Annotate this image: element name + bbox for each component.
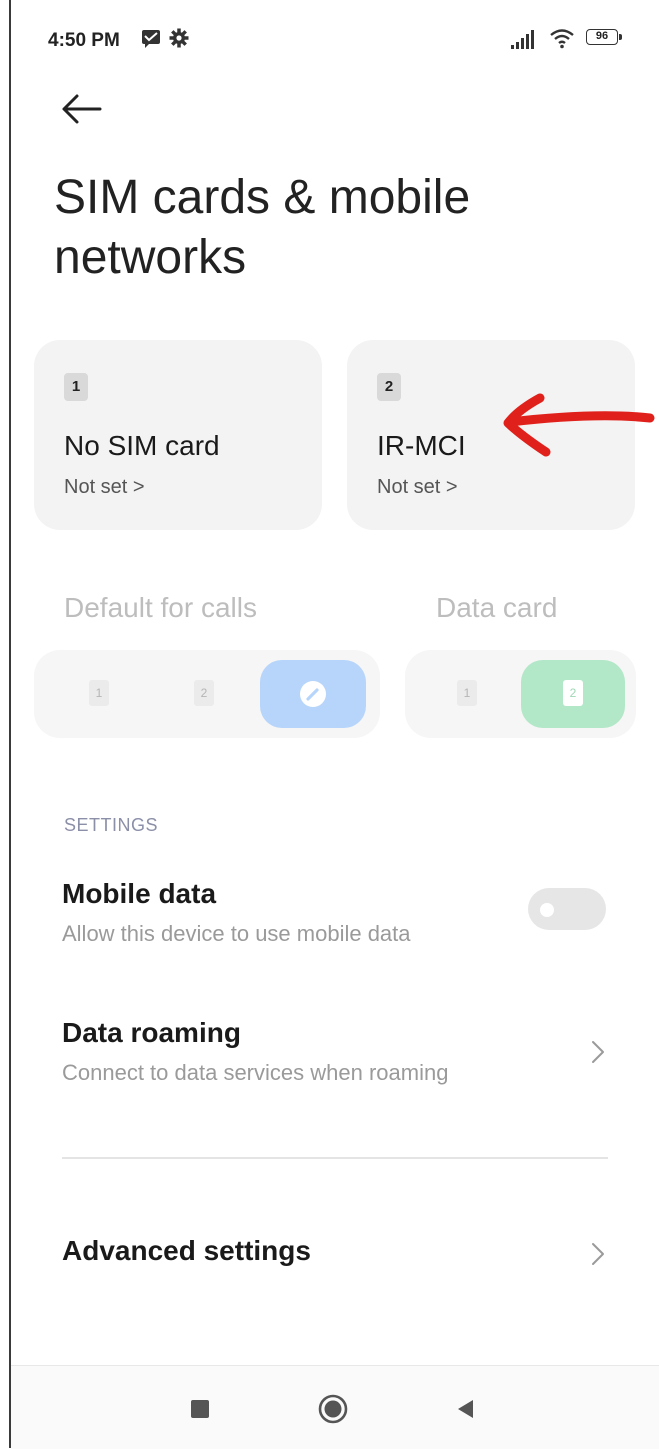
status-time: 4:50 PM — [48, 30, 120, 51]
sim-status: Not set > — [377, 476, 458, 498]
status-bar: 4:50 PM 96 — [0, 0, 659, 80]
data-card-selector: 1 2 — [405, 650, 636, 738]
data-option-sim-2[interactable]: 2 — [521, 660, 625, 728]
sim-name: IR-MCI — [377, 430, 466, 461]
mobile-data-row[interactable]: Mobile data Allow this device to use mob… — [0, 878, 659, 958]
sim-status: Not set > — [64, 476, 145, 498]
battery-level: 96 — [586, 29, 618, 45]
sim-slot-badge: 1 — [64, 373, 88, 401]
default-calls-selector: 1 2 — [34, 650, 380, 738]
sim-slot-badge: 2 — [377, 373, 401, 401]
ask-every-time-icon — [300, 681, 326, 707]
arrow-left-icon[interactable] — [58, 88, 106, 130]
setting-title: Advanced settings — [62, 1235, 311, 1266]
message-icon — [142, 30, 160, 48]
data-selected-badge: 2 — [563, 680, 583, 706]
data-option-sim-1[interactable]: 1 — [457, 680, 477, 706]
data-card-label: Data card — [436, 592, 558, 623]
wifi-icon — [550, 29, 574, 49]
toggle-knob — [540, 903, 554, 917]
battery-icon: 96 — [586, 29, 624, 47]
page-title: SIM cards & mobile networks — [54, 171, 471, 284]
chevron-right-icon — [592, 1243, 604, 1265]
setting-subtitle: Allow this device to use mobile data — [62, 921, 411, 946]
data-roaming-row[interactable]: Data roaming Connect to data services wh… — [0, 1017, 659, 1097]
sim-name: No SIM card — [64, 430, 220, 461]
calls-option-sim-2[interactable]: 2 — [194, 680, 214, 706]
signal-icon — [511, 30, 534, 49]
settings-section-header: SETTINGS — [64, 815, 159, 835]
battery-tip — [619, 34, 622, 40]
home-icon[interactable] — [317, 1393, 349, 1425]
gear-icon — [169, 28, 189, 48]
mobile-data-toggle[interactable] — [528, 888, 606, 930]
setting-subtitle: Connect to data services when roaming — [62, 1060, 449, 1085]
recents-icon[interactable] — [191, 1400, 209, 1418]
default-calls-label: Default for calls — [64, 592, 257, 623]
navigation-bar — [11, 1365, 659, 1449]
calls-option-sim-1[interactable]: 1 — [89, 680, 109, 706]
setting-title: Mobile data — [62, 878, 217, 909]
sim-card-1[interactable]: 1 No SIM card Not set > — [34, 340, 322, 530]
red-arrow-icon — [503, 393, 655, 457]
back-triangle-icon[interactable] — [455, 1398, 475, 1420]
advanced-settings-row[interactable]: Advanced settings — [0, 1235, 659, 1279]
calls-option-ask[interactable] — [260, 660, 366, 728]
setting-title: Data roaming — [62, 1017, 241, 1048]
left-edge-border — [9, 0, 11, 1448]
divider — [62, 1157, 608, 1159]
chevron-right-icon — [592, 1041, 604, 1063]
